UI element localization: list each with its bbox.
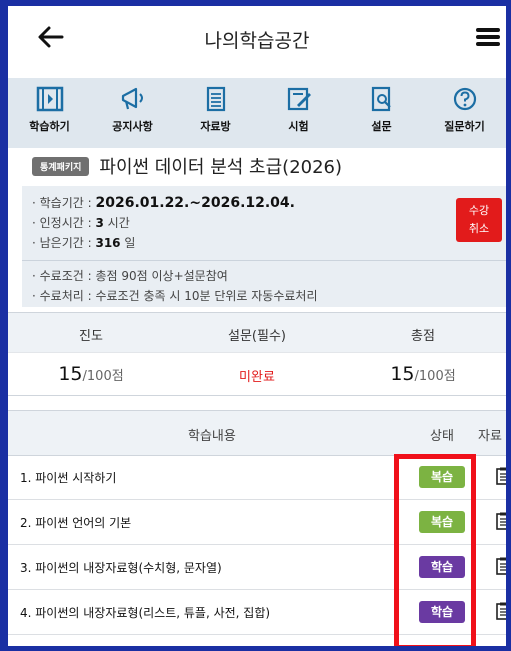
exam-pencil-icon [287, 87, 311, 111]
progress-value: 15/100점 [8, 363, 174, 385]
progress-score: 15 [58, 363, 83, 385]
nav-item-exam[interactable]: 시험 [257, 78, 340, 148]
lesson-list-header: 학습내용 상태 자료 [8, 410, 506, 456]
total-unit: /100점 [414, 369, 456, 384]
app-frame: 나의학습공간 학습하기 공지사항 자료방 시험 설문 질문하기 통계패키지 파이… [8, 6, 506, 646]
nav-bar: 학습하기 공지사항 자료방 시험 설문 질문하기 [8, 78, 506, 148]
condition-line: · 수료조건 : 총점 90점 이상+설문참여 [32, 269, 228, 283]
completion-conditions: · 수료조건 : 총점 90점 이상+설문참여 · 수료처리 : 수료조건 충족… [22, 260, 506, 307]
nav-label: 학습하기 [29, 120, 70, 133]
remain-value: 316 [95, 236, 121, 250]
document-icon [206, 86, 225, 112]
lesson-title: 3. 파이썬의 내장자료형(수치형, 문자열) [20, 561, 222, 575]
survey-status: 미완료 [239, 370, 275, 385]
material-document-icon[interactable] [496, 602, 506, 620]
nav-item-question[interactable]: 질문하기 [423, 78, 506, 148]
nav-label: 공지사항 [112, 120, 153, 133]
highlight-box [394, 454, 476, 646]
header-content: 학습내용 [188, 429, 236, 444]
header-status: 상태 [430, 429, 454, 444]
header-materials: 자료 [478, 429, 502, 444]
header: 나의학습공간 [8, 6, 506, 74]
lesson-title: 4. 파이썬의 내장자료형(리스트, 튜플, 사전, 집합) [20, 606, 271, 620]
nav-item-materials[interactable]: 자료방 [174, 78, 257, 148]
material-document-icon[interactable] [496, 512, 506, 530]
remain-label: 남은기간 : [39, 236, 96, 250]
cancel-line1: 수강 [468, 204, 490, 217]
material-document-icon[interactable] [496, 467, 506, 485]
course-name: 파이썬 데이터 분석 초급(2026) [99, 157, 343, 178]
credit-label: 인정시간 : [39, 216, 96, 230]
nav-label: 설문 [371, 120, 392, 133]
nav-item-notice[interactable]: 공지사항 [91, 78, 174, 148]
page-title: 나의학습공간 [204, 30, 310, 52]
period-label: 학습기간 : [39, 196, 96, 210]
credit-value: 3 [95, 216, 104, 230]
condition-text: 수료조건 : 총점 90점 이상+설문참여 [39, 269, 228, 283]
category-badge: 통계패키지 [32, 156, 90, 176]
credit-row: · 인정시간 : 3 시간 [32, 216, 130, 230]
stats-value-row: 15/100점 미완료 15/100점 [8, 352, 506, 396]
lesson-title: 1. 파이썬 시작하기 [20, 471, 117, 485]
nav-item-survey[interactable]: 설문 [340, 78, 423, 148]
material-document-icon[interactable] [496, 557, 506, 575]
period-value: 2026.01.22.~2026.12.04. [95, 195, 295, 211]
lesson-title: 2. 파이썬 언어의 기본 [20, 516, 132, 530]
megaphone-icon [121, 87, 143, 110]
total-value: 15/100점 [340, 363, 506, 385]
question-icon [453, 87, 476, 111]
course-info-panel: · 학습기간 : 2026.01.22.~2026.12.04. · 인정시간 … [22, 186, 506, 260]
remain-unit: 일 [120, 236, 136, 250]
nav-label: 자료방 [200, 120, 231, 133]
stats-header-survey: 설문(필수) [228, 329, 286, 344]
nav-label: 질문하기 [444, 120, 485, 133]
processing-line: · 수료처리 : 수료조건 충족 시 10분 단위로 자동수료처리 [32, 289, 318, 303]
credit-unit: 시간 [103, 216, 130, 230]
processing-text: 수료처리 : 수료조건 충족 시 10분 단위로 자동수료처리 [39, 289, 318, 303]
hamburger-menu-icon[interactable] [476, 28, 500, 46]
total-score: 15 [390, 363, 415, 385]
nav-label: 시험 [288, 120, 309, 133]
period-row: · 학습기간 : 2026.01.22.~2026.12.04. [32, 195, 295, 211]
film-icon [36, 86, 63, 112]
nav-item-study[interactable]: 학습하기 [8, 78, 91, 148]
progress-unit: /100점 [82, 369, 124, 384]
cancel-line2: 취소 [468, 222, 490, 235]
stats-header-progress: 진도 [79, 329, 103, 344]
remain-row: · 남은기간 : 316 일 [32, 236, 136, 250]
survey-search-icon [371, 86, 391, 112]
stats-table: 진도 설문(필수) 총점 15/100점 미완료 15/100점 [8, 312, 506, 396]
stats-header-total: 총점 [411, 329, 435, 344]
stats-header-row: 진도 설문(필수) 총점 [8, 312, 506, 353]
cancel-enrollment-button[interactable]: 수강 취소 [456, 198, 502, 242]
course-header: 통계패키지 파이썬 데이터 분석 초급(2026) [8, 148, 506, 184]
